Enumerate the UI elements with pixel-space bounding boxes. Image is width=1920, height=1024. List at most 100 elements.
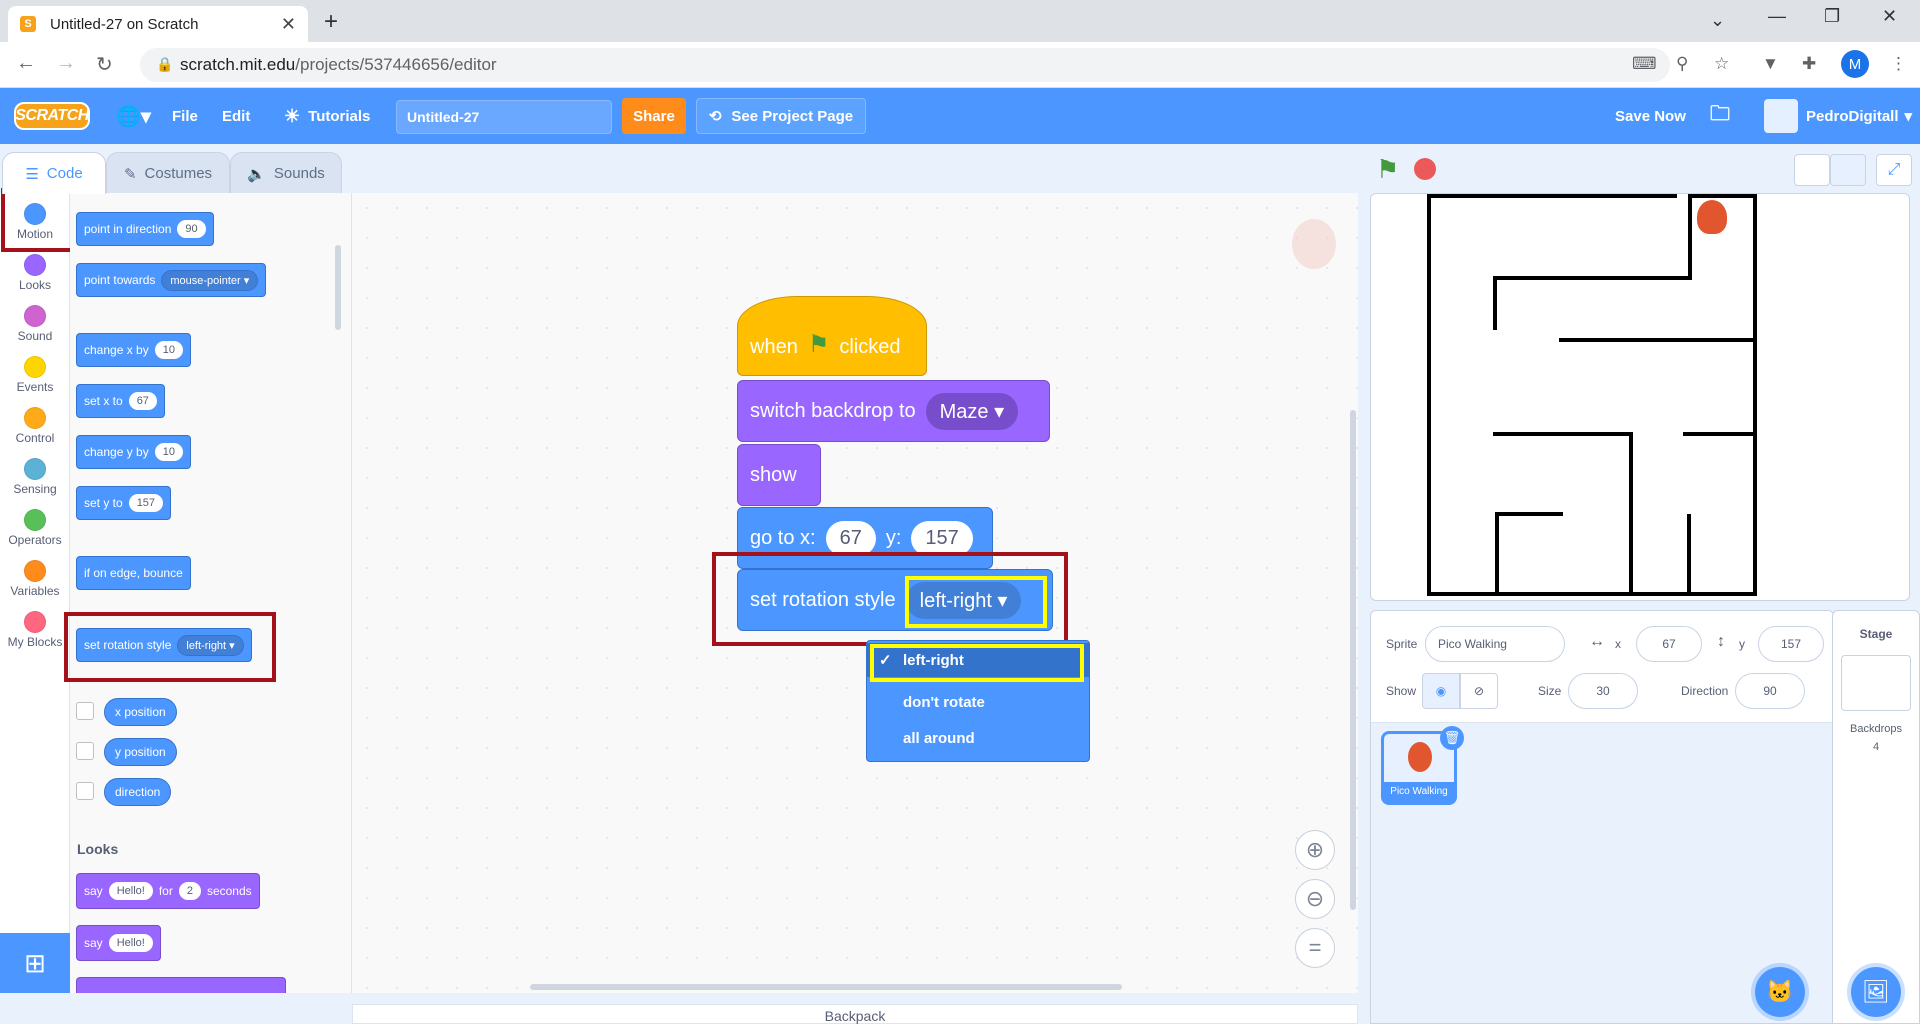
hide-sprite-icon[interactable]: ⊘ bbox=[1460, 673, 1498, 709]
category-my-blocks[interactable]: My Blocks bbox=[0, 611, 70, 649]
file-menu[interactable]: File bbox=[172, 88, 198, 144]
my-stuff-folder-icon[interactable]: 🗀 bbox=[1710, 88, 1730, 144]
category-control[interactable]: Control bbox=[0, 407, 70, 445]
workspace-v-scrollbar[interactable] bbox=[1350, 410, 1356, 910]
save-now-button[interactable]: Save Now bbox=[1615, 88, 1686, 144]
reporter-direction[interactable]: direction bbox=[104, 778, 172, 806]
block-if-on-edge-bounce[interactable]: if on edge, bounce bbox=[76, 556, 191, 590]
block-input[interactable]: 10 bbox=[154, 341, 183, 359]
category-sound[interactable]: Sound bbox=[0, 305, 70, 343]
block-input[interactable]: Hello! bbox=[108, 882, 153, 900]
stage-selector[interactable]: Stage Backdrops 4 🖼 bbox=[1832, 610, 1920, 1024]
minimize-icon[interactable]: — bbox=[1768, 6, 1786, 27]
tab-costumes[interactable]: ✎ Costumes bbox=[106, 152, 230, 194]
tutorials-menu[interactable]: ☀ Tutorials bbox=[284, 88, 370, 144]
backdrop-dropdown[interactable]: Maze ▾ bbox=[925, 392, 1019, 430]
block-input[interactable]: Hello! bbox=[108, 934, 153, 952]
sprite-name-input[interactable]: Pico Walking bbox=[1425, 626, 1565, 662]
stop-icon[interactable] bbox=[1414, 158, 1436, 180]
y-input[interactable]: 157 bbox=[911, 520, 973, 556]
zoom-reset-icon[interactable]: = bbox=[1295, 928, 1335, 968]
workspace-h-scrollbar[interactable] bbox=[530, 984, 1122, 990]
block-change-x-by[interactable]: change x by 10 bbox=[76, 333, 191, 367]
block-switch-backdrop[interactable]: switch backdrop to Maze ▾ bbox=[737, 380, 1050, 442]
reporter-y-position[interactable]: y position bbox=[104, 738, 177, 766]
size-input[interactable]: 30 bbox=[1568, 673, 1638, 709]
option-dont-rotate[interactable]: don't rotate bbox=[867, 685, 1089, 719]
tab-search-icon[interactable]: ⌄ bbox=[1710, 10, 1725, 31]
window-close-icon[interactable]: ✕ bbox=[1882, 6, 1897, 27]
block-when-flag-clicked[interactable]: when ⚑ clicked bbox=[737, 296, 927, 376]
checkbox-x-position[interactable] bbox=[76, 702, 94, 720]
checkbox-direction[interactable] bbox=[76, 782, 94, 800]
block-set-y-to[interactable]: set y to 157 bbox=[76, 486, 172, 520]
address-bar[interactable]: 🔒 scratch.mit.edu/projects/537446656/edi… bbox=[140, 48, 1670, 82]
small-stage-icon[interactable] bbox=[1794, 154, 1830, 186]
tab-sounds[interactable]: 🔈 Sounds bbox=[230, 152, 342, 194]
edit-menu[interactable]: Edit bbox=[222, 88, 250, 144]
reporter-x-position[interactable]: x position bbox=[104, 698, 177, 726]
project-title-input[interactable]: Untitled-27 bbox=[396, 100, 612, 134]
scratch-logo[interactable]: SCRATCH bbox=[14, 102, 90, 130]
block-point-towards[interactable]: point towards mouse-pointer ▾ bbox=[76, 263, 267, 297]
category-variables[interactable]: Variables bbox=[0, 560, 70, 598]
block-input[interactable]: 67 bbox=[128, 392, 157, 410]
normal-stage-icon[interactable] bbox=[1830, 154, 1866, 186]
backpack-bar[interactable]: Backpack bbox=[352, 1004, 1358, 1024]
stage-thumbnail[interactable] bbox=[1841, 655, 1911, 711]
block-input[interactable]: 10 bbox=[154, 443, 183, 461]
account-menu[interactable]: PedroDigitall ▾ bbox=[1764, 88, 1912, 144]
block-input[interactable]: 90 bbox=[177, 220, 206, 238]
share-button[interactable]: Share bbox=[622, 98, 686, 134]
close-tab-icon[interactable]: ✕ bbox=[281, 14, 296, 35]
choose-backdrop-icon[interactable]: 🖼 bbox=[1851, 967, 1901, 1017]
fullscreen-icon[interactable]: ⤢ bbox=[1876, 154, 1912, 186]
block-say[interactable]: say Hello! bbox=[76, 925, 161, 961]
sprite-thumbnail[interactable]: Pico Walking 🗑 bbox=[1381, 726, 1464, 805]
new-tab-icon[interactable]: + bbox=[324, 8, 338, 36]
delete-sprite-icon[interactable]: 🗑 bbox=[1440, 726, 1464, 750]
category-operators[interactable]: Operators bbox=[0, 509, 70, 547]
menu-dots-icon[interactable]: ⋮ bbox=[1890, 54, 1907, 74]
block-input[interactable]: 2 bbox=[178, 882, 201, 900]
checkbox-y-position[interactable] bbox=[76, 742, 94, 760]
option-all-around[interactable]: all around bbox=[867, 721, 1089, 755]
palette-scrollbar[interactable] bbox=[335, 245, 341, 330]
block-point-in-direction[interactable]: point in direction 90 bbox=[76, 212, 214, 246]
block-show[interactable]: show bbox=[737, 444, 821, 506]
x-input[interactable]: 67 bbox=[825, 520, 876, 556]
category-sensing[interactable]: Sensing bbox=[0, 458, 70, 496]
maximize-icon[interactable]: ❐ bbox=[1824, 6, 1840, 27]
translate-icon[interactable]: ⌨ bbox=[1632, 54, 1657, 74]
reload-icon[interactable]: ↻ bbox=[96, 52, 113, 77]
tab-code[interactable]: ☰ Code bbox=[2, 152, 106, 194]
back-icon[interactable]: ← bbox=[16, 52, 36, 75]
stage-canvas[interactable] bbox=[1370, 193, 1910, 601]
block-set-x-to[interactable]: set x to 67 bbox=[76, 384, 165, 418]
category-looks[interactable]: Looks bbox=[0, 254, 70, 292]
pico-sprite[interactable] bbox=[1697, 200, 1727, 234]
block-change-y-by[interactable]: change y by 10 bbox=[76, 435, 191, 469]
block-say-for-seconds[interactable]: say Hello! for 2 seconds bbox=[76, 873, 260, 909]
see-project-page-button[interactable]: ⟲ See Project Page bbox=[696, 98, 866, 134]
zoom-out-icon[interactable]: ⊖ bbox=[1295, 879, 1335, 919]
block-dropdown[interactable]: mouse-pointer ▾ bbox=[161, 269, 259, 291]
add-extension-button[interactable]: ⊞ bbox=[0, 933, 70, 993]
zoom-icon[interactable]: ⚲ bbox=[1676, 54, 1688, 74]
x-input[interactable]: 67 bbox=[1636, 626, 1702, 662]
direction-input[interactable]: 90 bbox=[1735, 673, 1805, 709]
extension-icon[interactable]: ▼ bbox=[1762, 54, 1779, 74]
choose-sprite-icon[interactable]: 🐱 bbox=[1755, 967, 1805, 1017]
block-input[interactable]: 157 bbox=[128, 494, 164, 512]
browser-tab[interactable]: S Untitled-27 on Scratch ✕ bbox=[8, 6, 308, 42]
show-visible-icon[interactable]: ◉ bbox=[1422, 673, 1460, 709]
category-events[interactable]: Events bbox=[0, 356, 70, 394]
y-input[interactable]: 157 bbox=[1758, 626, 1824, 662]
bookmark-star-icon[interactable]: ☆ bbox=[1714, 54, 1729, 74]
zoom-in-icon[interactable]: ⊕ bbox=[1295, 830, 1335, 870]
profile-avatar[interactable]: M bbox=[1841, 50, 1869, 78]
language-globe-icon[interactable]: 🌐▾ bbox=[116, 88, 151, 144]
green-flag-icon[interactable]: ⚑ bbox=[1376, 154, 1399, 185]
puzzle-icon[interactable]: ✚ bbox=[1802, 54, 1816, 74]
forward-icon[interactable]: → bbox=[56, 52, 76, 75]
